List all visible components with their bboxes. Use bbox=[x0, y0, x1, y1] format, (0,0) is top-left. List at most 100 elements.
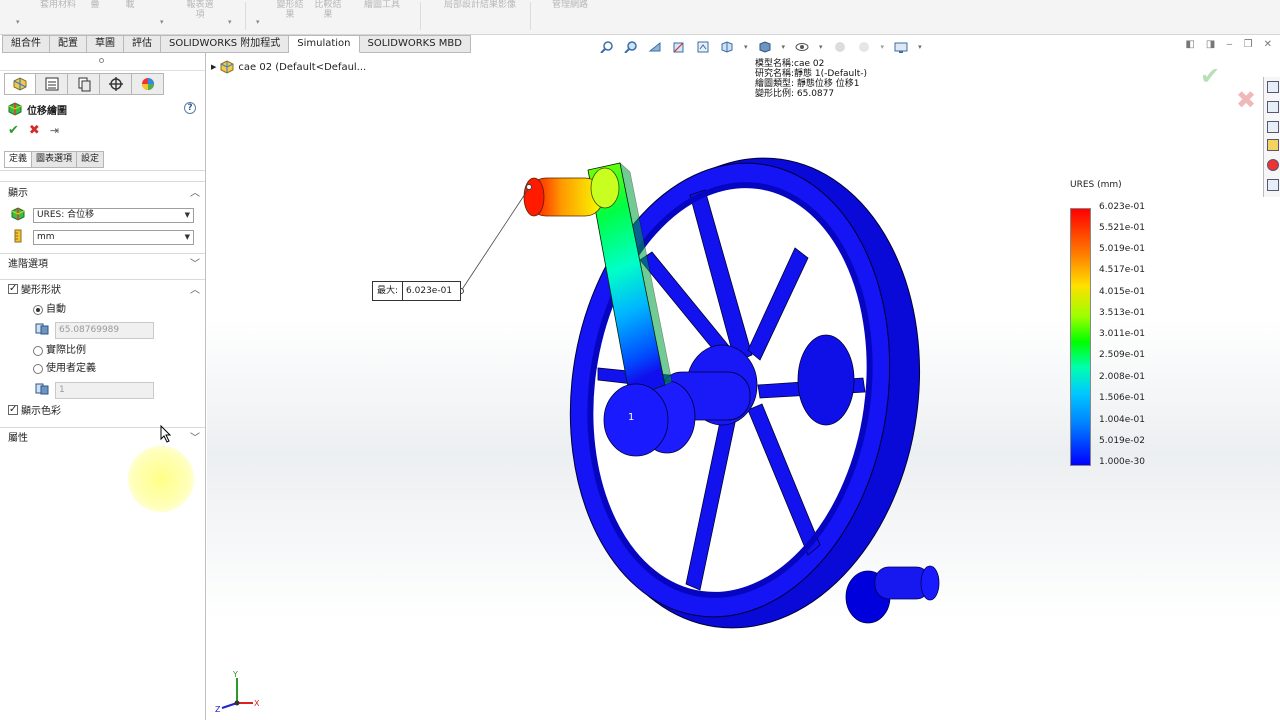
chevron-down-icon[interactable]: ﹀ bbox=[190, 258, 200, 272]
view-settings-icon[interactable] bbox=[894, 40, 908, 54]
view-orientation-icon[interactable] bbox=[720, 40, 734, 54]
apply-scene-icon[interactable] bbox=[857, 40, 871, 54]
edit-appearance-icon[interactable] bbox=[833, 40, 847, 54]
unit-icon bbox=[14, 229, 22, 243]
node-label: 1 bbox=[628, 412, 634, 423]
zoom-to-fit-icon[interactable] bbox=[600, 40, 614, 54]
display-manager-tab[interactable] bbox=[132, 73, 164, 95]
deformed-shape-header[interactable]: 變形形狀 ︿ bbox=[8, 282, 200, 298]
unit-select[interactable]: mm ▼ bbox=[33, 230, 194, 245]
tab-assembly[interactable]: 組合件 bbox=[2, 35, 50, 53]
auto-radio-label: 自動 bbox=[46, 304, 66, 315]
hide-show-items-icon[interactable] bbox=[795, 40, 809, 54]
chevron-down-icon[interactable]: ▾ bbox=[16, 18, 20, 26]
display-style-icon[interactable] bbox=[758, 40, 772, 54]
feature-manager-icon bbox=[13, 77, 27, 91]
tab-simulation[interactable]: Simulation bbox=[289, 35, 360, 53]
user-defined-radio-button[interactable] bbox=[33, 364, 43, 374]
ribbon-group-manage-network[interactable]: 管理網路 bbox=[540, 0, 600, 33]
ok-check-icon[interactable]: ✔ bbox=[8, 123, 19, 138]
chevron-up-icon[interactable]: ︿ bbox=[190, 284, 200, 298]
display-manager-icon bbox=[141, 78, 154, 90]
chevron-down-icon[interactable]: ▾ bbox=[819, 43, 823, 51]
minimize-icon[interactable]: ‒ bbox=[1226, 39, 1232, 50]
auto-radio-button[interactable] bbox=[33, 305, 43, 315]
ribbon-separator bbox=[245, 2, 246, 30]
chevron-down-icon[interactable]: ﹀ bbox=[190, 432, 200, 446]
user-defined-radio-label: 使用者定義 bbox=[46, 363, 96, 374]
configuration-manager-icon bbox=[78, 77, 90, 92]
chevron-down-icon[interactable]: ▾ bbox=[881, 43, 885, 51]
chevron-down-icon[interactable]: ▾ bbox=[744, 43, 748, 51]
show-color-row[interactable]: 顯示色彩 bbox=[8, 403, 200, 419]
legend-value: 5.019e-02 bbox=[1099, 436, 1146, 446]
configuration-manager-tab[interactable] bbox=[68, 73, 100, 95]
property-manager-tab[interactable] bbox=[36, 73, 68, 95]
legend-value: 2.008e-01 bbox=[1099, 372, 1146, 382]
crosshair-icon bbox=[108, 77, 123, 91]
cancel-x-icon[interactable]: ✖ bbox=[29, 123, 40, 138]
chevron-down-icon[interactable]: ▾ bbox=[160, 18, 164, 26]
chevron-down-icon[interactable]: ▾ bbox=[918, 43, 922, 51]
displacement-component-icon bbox=[11, 207, 25, 221]
tab-evaluate[interactable]: 評估 bbox=[124, 35, 161, 53]
ribbon-group-compare-results[interactable]: 比較結果 bbox=[313, 0, 343, 33]
tab-settings[interactable]: 設定 bbox=[77, 151, 105, 168]
collapse-panel-icon[interactable]: ◧ bbox=[1185, 39, 1194, 50]
divider bbox=[0, 427, 205, 428]
component-select[interactable]: URES: 合位移 ▼ bbox=[33, 208, 194, 223]
pin-icon[interactable]: ⇥ bbox=[50, 124, 59, 137]
advanced-options-header[interactable]: 進階選項 ﹀ bbox=[8, 258, 200, 272]
auto-radio[interactable]: 自動 bbox=[33, 304, 66, 316]
chevron-down-icon[interactable]: ▾ bbox=[228, 18, 232, 26]
legend-title: URES (mm) bbox=[1070, 180, 1122, 190]
tab-definition[interactable]: 定義 bbox=[4, 151, 33, 168]
feature-manager-tab[interactable] bbox=[4, 73, 36, 95]
tab-layout[interactable]: 配置 bbox=[50, 35, 87, 53]
model-view[interactable]: 1 Y X Z bbox=[207, 53, 1280, 720]
display-section-header[interactable]: 顯示 ︿ bbox=[8, 187, 200, 201]
tab-sketch[interactable]: 草圖 bbox=[87, 35, 124, 53]
true-scale-radio-button[interactable] bbox=[33, 346, 43, 356]
ribbon-group-report-options[interactable]: 報表選項 bbox=[185, 0, 215, 33]
tab-chart-options[interactable]: 圖表選項 bbox=[32, 151, 78, 168]
probe-leader-line bbox=[460, 187, 530, 292]
true-scale-radio[interactable]: 實際比例 bbox=[33, 345, 86, 357]
restore-icon[interactable]: ❐ bbox=[1244, 39, 1253, 50]
property-title: 位移繪圖 bbox=[8, 101, 67, 117]
deformed-shape-label: 變形形狀 bbox=[21, 285, 61, 296]
scale-factor-icon bbox=[35, 323, 49, 335]
probe-key: 最大: bbox=[373, 282, 404, 300]
help-icon[interactable]: ? bbox=[184, 102, 196, 114]
svg-text:Y: Y bbox=[232, 670, 238, 679]
display-section-label: 顯示 bbox=[8, 188, 28, 199]
dynamic-annotation-icon[interactable] bbox=[696, 40, 710, 54]
dimxpert-manager-tab[interactable] bbox=[100, 73, 132, 95]
chevron-down-icon[interactable]: ▾ bbox=[256, 18, 260, 26]
section-view-icon[interactable] bbox=[672, 40, 686, 54]
ribbon-group-plot-tools[interactable]: 繪圖工具 bbox=[352, 0, 412, 33]
scale-factor-icon bbox=[35, 383, 49, 395]
tab-mbd[interactable]: SOLIDWORKS MBD bbox=[359, 35, 471, 53]
legend-value: 1.004e-01 bbox=[1099, 415, 1146, 425]
legend-value: 6.023e-01 bbox=[1099, 202, 1146, 212]
zoom-to-area-icon[interactable] bbox=[624, 40, 638, 54]
ribbon-group-stack[interactable]: 疊 bbox=[85, 0, 105, 33]
ok-cancel-row: ✔ ✖ ⇥ bbox=[8, 123, 59, 138]
ribbon-group-deformed-result[interactable]: 變形結果 bbox=[275, 0, 305, 33]
ribbon-group-apply-material[interactable]: 套用材料 bbox=[38, 0, 78, 33]
expand-panel-icon[interactable]: ◨ bbox=[1206, 39, 1215, 50]
close-icon[interactable]: ✕ bbox=[1264, 39, 1272, 50]
deformed-shape-checkbox[interactable] bbox=[8, 282, 18, 296]
max-value-probe: 最大: 6.023e-01 bbox=[372, 281, 462, 301]
user-defined-radio[interactable]: 使用者定義 bbox=[33, 363, 96, 375]
ribbon-group-local-design[interactable]: 局部設計結果影像 bbox=[430, 0, 530, 33]
show-color-checkbox[interactable] bbox=[8, 403, 18, 417]
panel-grip[interactable] bbox=[0, 53, 205, 71]
chevron-down-icon[interactable]: ▾ bbox=[782, 43, 786, 51]
ribbon-group-load[interactable]: 載 bbox=[120, 0, 140, 33]
tab-addins[interactable]: SOLIDWORKS 附加程式 bbox=[161, 35, 290, 53]
previous-view-icon[interactable] bbox=[648, 40, 662, 54]
chevron-up-icon[interactable]: ︿ bbox=[190, 187, 200, 201]
manager-tabs bbox=[4, 73, 164, 95]
